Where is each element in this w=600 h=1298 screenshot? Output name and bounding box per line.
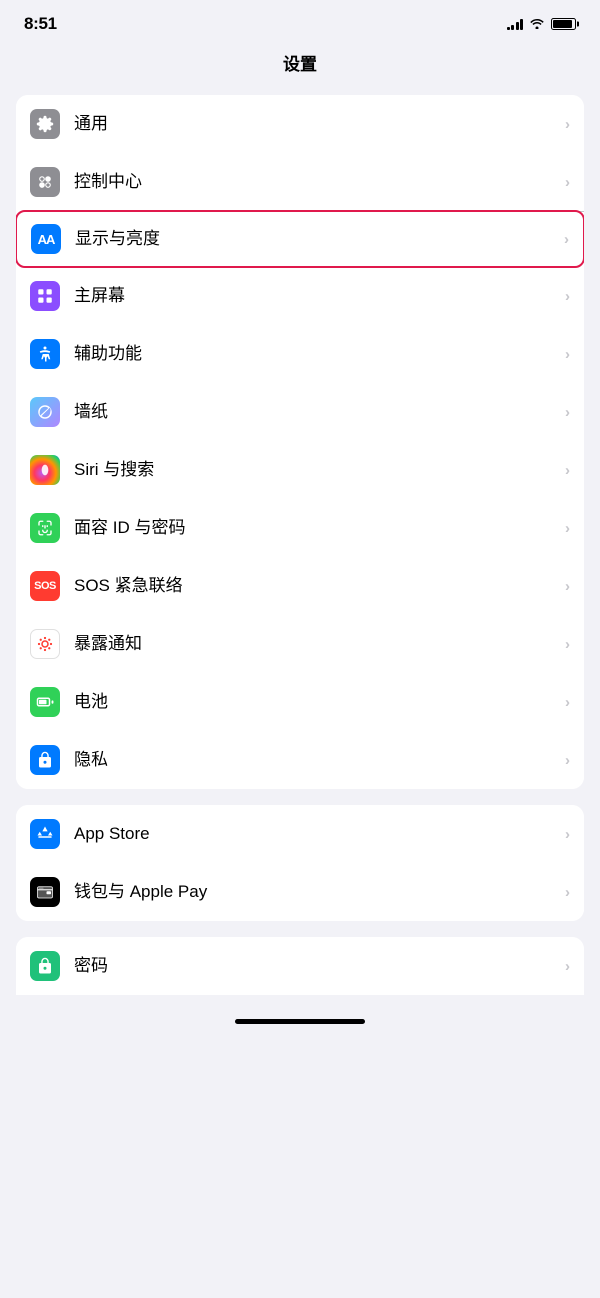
privacy-label: 隐私 (74, 749, 559, 771)
settings-group-1: 通用 › 控制中心 › AA 显示与亮度 › (16, 95, 584, 789)
chevron-icon: › (565, 958, 570, 975)
home-screen-icon (30, 281, 60, 311)
chevron-icon: › (565, 826, 570, 843)
wallet-label: 钱包与 Apple Pay (74, 881, 559, 903)
general-label: 通用 (74, 113, 559, 135)
settings-group-3: 密码 › (16, 937, 584, 995)
control-center-icon (30, 167, 60, 197)
settings-item-wallpaper[interactable]: 墙纸 › (16, 383, 584, 441)
chevron-icon: › (565, 404, 570, 421)
exposure-label: 暴露通知 (74, 633, 559, 655)
sos-icon: SOS (30, 571, 60, 601)
privacy-icon (30, 745, 60, 775)
settings-item-appstore[interactable]: App Store › (16, 805, 584, 863)
control-center-label: 控制中心 (74, 171, 559, 193)
siri-icon (30, 455, 60, 485)
settings-item-accessibility[interactable]: 辅助功能 › (16, 325, 584, 383)
general-icon (30, 109, 60, 139)
settings-item-home-screen[interactable]: 主屏幕 › (16, 267, 584, 325)
exposure-icon (30, 629, 60, 659)
signal-icon (507, 18, 524, 30)
settings-item-general[interactable]: 通用 › (16, 95, 584, 153)
settings-item-wallet[interactable]: 钱包与 Apple Pay › (16, 863, 584, 921)
chevron-icon: › (565, 752, 570, 769)
chevron-icon: › (565, 884, 570, 901)
settings-item-control-center[interactable]: 控制中心 › (16, 153, 584, 211)
home-screen-label: 主屏幕 (74, 285, 559, 307)
display-label: 显示与亮度 (75, 228, 558, 250)
appstore-label: App Store (74, 823, 559, 845)
wifi-icon (529, 16, 545, 32)
page-title: 设置 (0, 42, 600, 89)
home-indicator (235, 1019, 365, 1024)
battery-label: 电池 (74, 691, 559, 713)
password-icon (30, 951, 60, 981)
battery-icon (30, 687, 60, 717)
wallpaper-label: 墙纸 (74, 401, 559, 423)
chevron-icon: › (565, 288, 570, 305)
chevron-icon: › (565, 636, 570, 653)
chevron-icon: › (565, 116, 570, 133)
settings-group-2: App Store › 钱包与 Apple Pay › (16, 805, 584, 921)
faceid-label: 面容 ID 与密码 (74, 517, 559, 539)
display-icon: AA (31, 224, 61, 254)
battery-icon (551, 18, 576, 30)
siri-label: Siri 与搜索 (74, 459, 559, 481)
chevron-icon: › (565, 462, 570, 479)
accessibility-icon (30, 339, 60, 369)
status-time: 8:51 (24, 14, 57, 34)
wallet-icon (30, 877, 60, 907)
wallpaper-icon (30, 397, 60, 427)
appstore-icon (30, 819, 60, 849)
settings-item-privacy[interactable]: 隐私 › (16, 731, 584, 789)
chevron-icon: › (565, 578, 570, 595)
chevron-icon: › (565, 520, 570, 537)
settings-item-faceid[interactable]: 面容 ID 与密码 › (16, 499, 584, 557)
chevron-icon: › (565, 174, 570, 191)
settings-item-exposure[interactable]: 暴露通知 › (16, 615, 584, 673)
settings-item-siri[interactable]: Siri 与搜索 › (16, 441, 584, 499)
status-icons (507, 16, 577, 32)
settings-item-password[interactable]: 密码 › (16, 937, 584, 995)
settings-item-sos[interactable]: SOS SOS 紧急联络 › (16, 557, 584, 615)
password-label: 密码 (74, 955, 559, 977)
chevron-icon: › (564, 231, 569, 248)
status-bar: 8:51 (0, 0, 600, 42)
settings-item-battery[interactable]: 电池 › (16, 673, 584, 731)
sos-label: SOS 紧急联络 (74, 575, 559, 597)
faceid-icon (30, 513, 60, 543)
settings-item-display[interactable]: AA 显示与亮度 › (16, 210, 584, 268)
chevron-icon: › (565, 346, 570, 363)
accessibility-label: 辅助功能 (74, 343, 559, 365)
chevron-icon: › (565, 694, 570, 711)
